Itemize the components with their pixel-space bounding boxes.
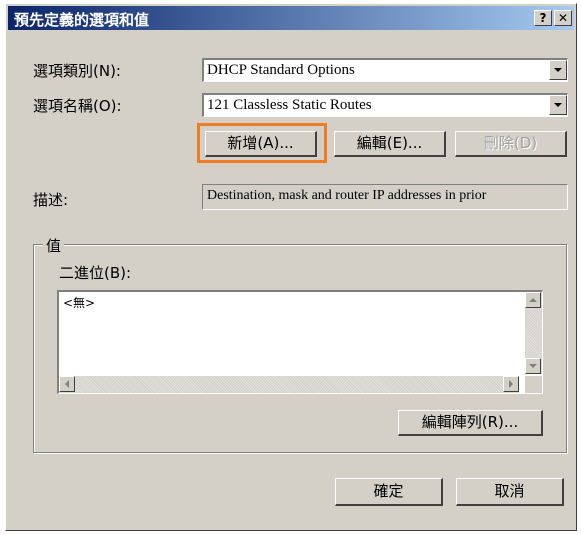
chevron-down-icon[interactable] bbox=[549, 60, 567, 80]
help-button[interactable]: ? bbox=[534, 10, 552, 26]
scroll-left-icon[interactable] bbox=[59, 376, 75, 392]
scrollbar-corner bbox=[525, 376, 542, 393]
dialog-title: 預先定義的選項和值 bbox=[14, 11, 150, 29]
horizontal-scrollbar[interactable] bbox=[59, 376, 519, 393]
binary-value-text: <無> bbox=[63, 296, 96, 310]
add-button-highlight bbox=[197, 123, 327, 163]
close-button[interactable]: ✕ bbox=[554, 10, 572, 26]
option-class-dropdown[interactable]: DHCP Standard Options bbox=[202, 58, 568, 82]
option-name-value: 121 Classless Static Routes bbox=[207, 97, 372, 113]
value-group-title: 值 bbox=[43, 235, 65, 256]
description-value: Destination, mask and router IP addresse… bbox=[207, 188, 487, 203]
edit-button[interactable]: 編輯(E)... bbox=[334, 131, 446, 157]
chevron-down-icon[interactable] bbox=[549, 95, 567, 115]
scroll-down-icon[interactable] bbox=[525, 358, 541, 374]
scroll-right-icon[interactable] bbox=[503, 376, 519, 392]
title-bar[interactable]: 預先定義的選項和值 ? ✕ bbox=[8, 6, 574, 30]
description-label: 描述: bbox=[33, 191, 69, 209]
vertical-scrollbar[interactable] bbox=[525, 292, 542, 374]
option-name-dropdown[interactable]: 121 Classless Static Routes bbox=[202, 93, 568, 117]
scroll-up-icon[interactable] bbox=[525, 292, 541, 308]
binary-value-list[interactable]: <無> bbox=[57, 290, 543, 394]
edit-array-button[interactable]: 編輯陣列(R)... bbox=[398, 410, 543, 436]
binary-label: 二進位(B): bbox=[59, 264, 132, 282]
description-field: Destination, mask and router IP addresse… bbox=[202, 184, 568, 210]
ok-button[interactable]: 確定 bbox=[335, 478, 443, 506]
option-name-label: 選項名稱(O): bbox=[33, 97, 122, 115]
option-class-value: DHCP Standard Options bbox=[207, 62, 355, 78]
option-class-label: 選項類別(N): bbox=[33, 62, 121, 80]
cancel-button[interactable]: 取消 bbox=[456, 478, 564, 506]
delete-button[interactable]: 刪除(D) bbox=[455, 131, 567, 157]
